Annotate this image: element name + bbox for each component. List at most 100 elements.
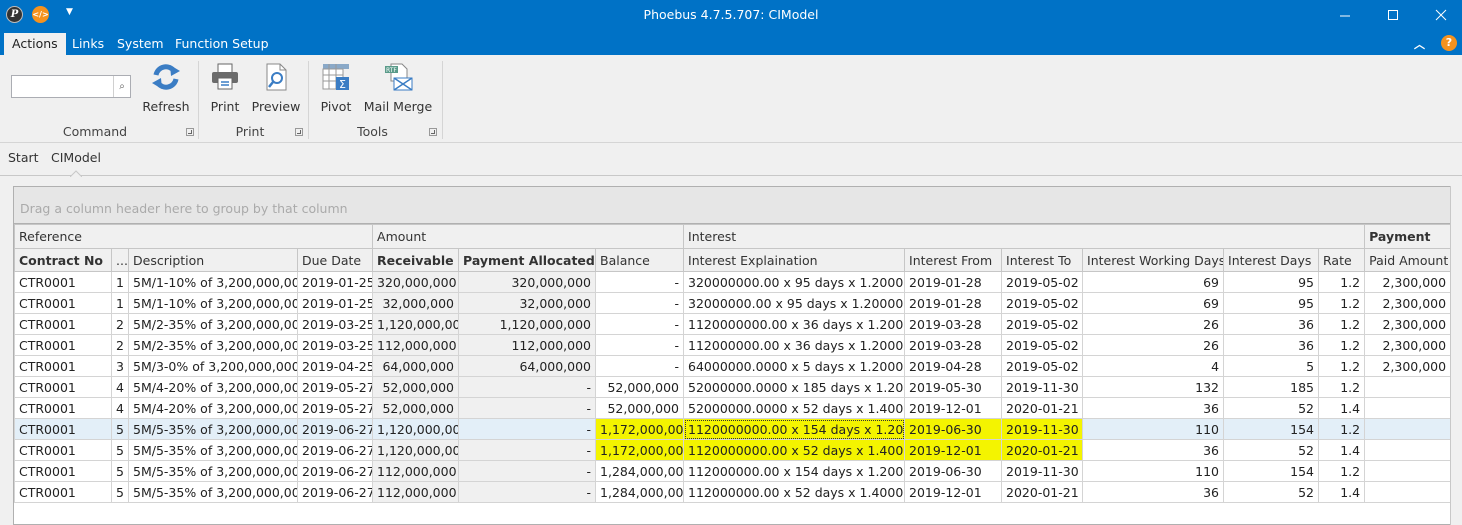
cell-interest-days[interactable]: 185 xyxy=(1223,376,1320,398)
cell-interest-working-days[interactable]: 26 xyxy=(1082,313,1225,335)
command-search-box[interactable]: ⌕ xyxy=(11,75,131,98)
cell-interest-working-days[interactable]: 36 xyxy=(1082,481,1225,503)
column-header-description[interactable]: Description xyxy=(128,248,298,272)
cell-payment-allocated[interactable]: - xyxy=(458,481,597,503)
cell-interest-to[interactable]: 2019-05-02 xyxy=(1001,313,1084,335)
table-row[interactable]: CTR0001 2 5M/2-35% of 3,200,000,000 2019-03… xyxy=(14,334,1452,356)
cell-paid-amount[interactable] xyxy=(1364,376,1452,398)
column-header-paid-amount[interactable]: Paid Amount xyxy=(1364,248,1452,272)
cell-description[interactable]: 5M/4-20% of 3,200,000,000 xyxy=(128,397,298,419)
cell-balance[interactable]: - xyxy=(595,334,685,356)
cell-balance[interactable]: 1,172,000,000 xyxy=(595,439,685,461)
cell-due-date[interactable]: 2019-06-27 xyxy=(296,439,374,461)
column-header-interest-days[interactable]: Interest Days xyxy=(1223,248,1320,272)
cell-interest-from[interactable]: 2019-04-28 xyxy=(904,355,1003,377)
cell-rate[interactable]: 1.4 xyxy=(1318,481,1366,503)
ribbon-tab-function-setup[interactable]: Function Setup xyxy=(167,33,277,55)
cell-contract-no[interactable]: CTR0001 xyxy=(14,397,112,419)
cell-due-date[interactable]: 2019-01-25 xyxy=(296,271,374,293)
cell-payment-allocated[interactable]: - xyxy=(458,418,597,440)
cell-seq[interactable]: 5 xyxy=(111,481,129,503)
cell-paid-amount[interactable]: 2,300,000 xyxy=(1364,355,1452,377)
cell-balance[interactable]: 1,284,000,000 xyxy=(595,460,685,482)
cell-description[interactable]: 5M/2-35% of 3,200,000,000 xyxy=(128,313,298,335)
cell-interest-explanation[interactable]: 52000000.0000 x 52 days x 1.40000 xyxy=(683,397,906,419)
cell-interest-working-days[interactable]: 110 xyxy=(1082,418,1225,440)
cell-interest-days[interactable]: 95 xyxy=(1223,271,1320,293)
cell-interest-explanation[interactable]: 1120000000.00 x 36 days x 1.20000 xyxy=(683,313,906,335)
cell-payment-allocated[interactable]: 32,000,000 xyxy=(458,292,597,314)
cell-rate[interactable]: 1.2 xyxy=(1318,355,1366,377)
cell-interest-working-days[interactable]: 110 xyxy=(1082,460,1225,482)
cell-paid-amount[interactable]: 2,300,000 xyxy=(1364,313,1452,335)
cell-interest-working-days[interactable]: 36 xyxy=(1082,439,1225,461)
cell-description[interactable]: 5M/3-0% of 3,200,000,000 xyxy=(128,355,298,377)
cell-balance[interactable]: - xyxy=(595,292,685,314)
cell-interest-to[interactable]: 2020-01-21 xyxy=(1001,439,1084,461)
band-interest[interactable]: Interest xyxy=(683,224,1366,249)
cell-balance[interactable]: - xyxy=(595,271,685,293)
cell-due-date[interactable]: 2019-01-25 xyxy=(296,292,374,314)
table-row[interactable]: CTR0001 5 5M/5-35% of 3,200,000,000 2019-06… xyxy=(14,418,1452,440)
cell-interest-to[interactable]: 2019-11-30 xyxy=(1001,376,1084,398)
cell-interest-from[interactable]: 2019-03-28 xyxy=(904,313,1003,335)
cell-contract-no[interactable]: CTR0001 xyxy=(14,334,112,356)
cell-rate[interactable]: 1.4 xyxy=(1318,439,1366,461)
cell-payment-allocated[interactable]: 320,000,000 xyxy=(458,271,597,293)
cell-balance[interactable]: - xyxy=(595,355,685,377)
cell-interest-explanation[interactable]: 112000000.00 x 36 days x 1.20000 xyxy=(683,334,906,356)
cell-seq[interactable]: 4 xyxy=(111,376,129,398)
cell-payment-allocated[interactable]: - xyxy=(458,439,597,461)
cell-interest-days[interactable]: 52 xyxy=(1223,397,1320,419)
cell-receivable[interactable]: 112,000,000 xyxy=(372,481,460,503)
cell-paid-amount[interactable] xyxy=(1364,460,1452,482)
cell-interest-days[interactable]: 52 xyxy=(1223,481,1320,503)
cell-due-date[interactable]: 2019-06-27 xyxy=(296,460,374,482)
cell-interest-to[interactable]: 2019-11-30 xyxy=(1001,460,1084,482)
cell-receivable[interactable]: 52,000,000 xyxy=(372,376,460,398)
cell-paid-amount[interactable]: 2,300,000 xyxy=(1364,271,1452,293)
cell-seq[interactable]: 3 xyxy=(111,355,129,377)
print-group-launcher-icon[interactable] xyxy=(295,128,303,136)
column-header-interest-explanation[interactable]: Interest Explaination xyxy=(683,248,906,272)
tools-group-launcher-icon[interactable] xyxy=(429,128,437,136)
cell-contract-no[interactable]: CTR0001 xyxy=(14,439,112,461)
cell-interest-from[interactable]: 2019-06-30 xyxy=(904,418,1003,440)
cell-interest-to[interactable]: 2019-05-02 xyxy=(1001,292,1084,314)
cell-interest-from[interactable]: 2019-05-30 xyxy=(904,376,1003,398)
cell-payment-allocated[interactable]: 1,120,000,000 xyxy=(458,313,597,335)
cell-payment-allocated[interactable]: 64,000,000 xyxy=(458,355,597,377)
cell-interest-working-days[interactable]: 4 xyxy=(1082,355,1225,377)
cell-contract-no[interactable]: CTR0001 xyxy=(14,460,112,482)
cell-interest-from[interactable]: 2019-01-28 xyxy=(904,292,1003,314)
cell-interest-to[interactable]: 2020-01-21 xyxy=(1001,397,1084,419)
column-header-rate[interactable]: Rate xyxy=(1318,248,1366,272)
column-header-seq[interactable]: ... xyxy=(111,248,129,272)
table-row[interactable]: CTR0001 4 5M/4-20% of 3,200,000,000 2019-05… xyxy=(14,376,1452,398)
cell-interest-from[interactable]: 2019-06-30 xyxy=(904,460,1003,482)
column-header-balance[interactable]: Balance xyxy=(595,248,685,272)
cell-rate[interactable]: 1.2 xyxy=(1318,376,1366,398)
cell-interest-from[interactable]: 2019-03-28 xyxy=(904,334,1003,356)
cell-rate[interactable]: 1.2 xyxy=(1318,271,1366,293)
cell-balance[interactable]: 1,284,000,000 xyxy=(595,481,685,503)
mail-merge-button[interactable]: RTF Mail Merge xyxy=(362,61,434,117)
cell-interest-working-days[interactable]: 132 xyxy=(1082,376,1225,398)
cell-interest-to[interactable]: 2019-05-02 xyxy=(1001,355,1084,377)
cell-paid-amount[interactable] xyxy=(1364,397,1452,419)
cell-due-date[interactable]: 2019-03-25 xyxy=(296,313,374,335)
cell-receivable[interactable]: 32,000,000 xyxy=(372,292,460,314)
cell-description[interactable]: 5M/5-35% of 3,200,000,000 xyxy=(128,418,298,440)
cell-balance[interactable]: 1,172,000,000 xyxy=(595,418,685,440)
cell-interest-explanation[interactable]: 52000000.0000 x 185 days x 1.20000 xyxy=(683,376,906,398)
cell-contract-no[interactable]: CTR0001 xyxy=(14,292,112,314)
cell-due-date[interactable]: 2019-03-25 xyxy=(296,334,374,356)
cell-interest-explanation[interactable]: 320000000.00 x 95 days x 1.20000 xyxy=(683,271,906,293)
cell-interest-days[interactable]: 36 xyxy=(1223,334,1320,356)
cell-balance[interactable]: 52,000,000 xyxy=(595,397,685,419)
table-row[interactable]: CTR0001 3 5M/3-0% of 3,200,000,000 2019-04-… xyxy=(14,355,1452,377)
cell-description[interactable]: 5M/4-20% of 3,200,000,000 xyxy=(128,376,298,398)
table-row[interactable]: CTR0001 5 5M/5-35% of 3,200,000,000 2019-06… xyxy=(14,439,1452,461)
doc-tab-cimodel[interactable]: CIModel xyxy=(51,150,101,165)
refresh-button[interactable]: Refresh xyxy=(142,61,190,117)
